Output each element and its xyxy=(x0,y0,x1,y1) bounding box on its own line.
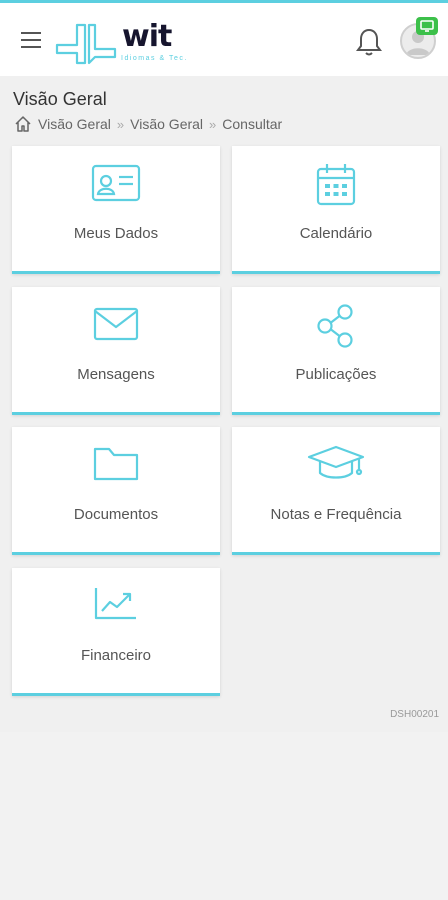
card-meus-dados[interactable]: Meus Dados xyxy=(12,146,220,274)
calendar-icon xyxy=(316,164,356,206)
share-icon xyxy=(317,304,353,348)
card-label: Meus Dados xyxy=(73,225,159,242)
trend-chart-icon xyxy=(94,588,136,620)
logo-wordmark: wit xyxy=(122,19,172,54)
page-title: Visão Geral xyxy=(13,89,107,109)
card-publicacoes[interactable]: Publicações xyxy=(232,287,440,415)
breadcrumb-item-consultar: Consultar xyxy=(222,116,283,132)
card-calendario[interactable]: Calendário xyxy=(232,146,440,274)
app-header: wit Idiomas & Tec. xyxy=(0,3,448,76)
card-notas-frequencia[interactable]: Notas e Frequência xyxy=(232,427,440,555)
folder-icon xyxy=(93,447,139,481)
card-label: Financeiro xyxy=(80,647,152,664)
card-label: Publicações xyxy=(295,366,377,383)
card-label: Mensagens xyxy=(77,366,155,383)
card-mensagens[interactable]: Mensagens xyxy=(12,287,220,415)
graduation-cap-icon xyxy=(307,445,365,479)
card-label: Calendário xyxy=(299,225,373,242)
envelope-icon xyxy=(93,307,139,341)
wit-logo[interactable]: wit Idiomas & Tec. xyxy=(55,19,205,69)
breadcrumb-item-visao-geral-2[interactable]: Visão Geral xyxy=(130,116,203,132)
screen-code: DSH00201 xyxy=(390,709,439,720)
hamburger-menu-icon[interactable] xyxy=(21,32,43,48)
id-card-icon xyxy=(91,164,141,202)
card-documentos[interactable]: Documentos xyxy=(12,427,220,555)
user-avatar[interactable] xyxy=(398,17,442,63)
card-label: Documentos xyxy=(73,506,159,523)
breadcrumb: Visão Geral » Visão Geral » Consultar xyxy=(14,114,282,134)
monitor-icon xyxy=(416,17,438,35)
logo-mark-icon xyxy=(55,23,117,65)
card-label: Notas e Frequência xyxy=(270,506,402,523)
home-icon[interactable] xyxy=(14,115,32,133)
breadcrumb-separator-icon: » xyxy=(209,116,217,132)
breadcrumb-item-visao-geral-1[interactable]: Visão Geral xyxy=(38,116,111,132)
bell-icon[interactable] xyxy=(355,27,383,57)
empty-area xyxy=(0,732,448,900)
breadcrumb-separator-icon: » xyxy=(116,116,125,132)
card-financeiro[interactable]: Financeiro xyxy=(12,568,220,696)
logo-tagline: Idiomas & Tec. xyxy=(121,55,188,62)
